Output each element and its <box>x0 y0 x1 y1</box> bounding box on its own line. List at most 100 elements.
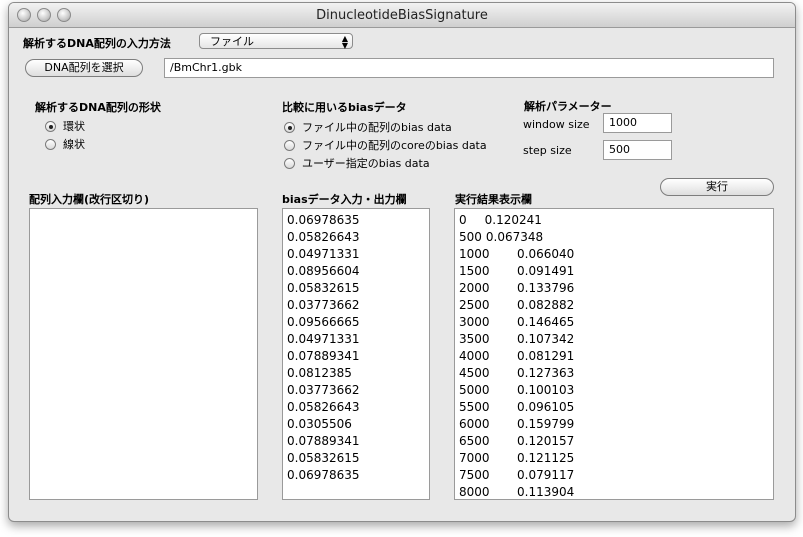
run-button[interactable]: 実行 <box>660 178 774 196</box>
result-row: 6500 0.120157 <box>455 433 773 450</box>
result-value: 0.081291 <box>517 349 575 363</box>
result-row: 1500 0.091491 <box>455 263 773 280</box>
result-position: 2500 <box>459 298 490 312</box>
result-value: 0.127363 <box>517 366 575 380</box>
result-position: 8000 <box>459 485 490 499</box>
result-value: 0.066040 <box>517 247 575 261</box>
shape-radio-circular[interactable]: 環状 <box>45 120 85 134</box>
select-dna-button[interactable]: DNA配列を選択 <box>25 59 143 77</box>
bias-value-line: 0.0812385 <box>287 366 352 380</box>
result-value: 0.067348 <box>485 230 544 244</box>
bias-value-line: 0.03773662 <box>287 383 360 397</box>
bias-option-label: ファイル中の配列のbias data <box>302 121 452 134</box>
results-label: 実行結果表示欄 <box>455 193 532 206</box>
result-value: 0.120157 <box>517 434 575 448</box>
bias-radio-file[interactable]: ファイル中の配列のbias data <box>284 121 452 135</box>
result-value: 0.100103 <box>517 383 575 397</box>
result-row: 3500 0.107342 <box>455 331 773 348</box>
result-value: 0.082882 <box>517 298 575 312</box>
bias-value-line: 0.06978635 <box>287 213 360 227</box>
radio-selected-icon <box>284 122 295 133</box>
result-position: 4500 <box>459 366 490 380</box>
app-window: DinucleotideBiasSignature 解析するDNA配列の入力方法… <box>8 2 796 522</box>
bias-option-label: ファイル中の配列のcoreのbias data <box>302 139 487 152</box>
window-size-field[interactable]: 1000 <box>603 113 672 133</box>
result-position: 5000 <box>459 383 490 397</box>
result-value: 0.146465 <box>517 315 575 329</box>
result-position: 1000 <box>459 247 490 261</box>
bias-source-label: 比較に用いるbiasデータ <box>282 101 407 114</box>
bias-io-label: biasデータ入力・出力欄 <box>282 193 407 206</box>
title-bar[interactable]: DinucleotideBiasSignature <box>9 3 795 28</box>
bias-value-line: 0.03773662 <box>287 298 360 312</box>
input-method-label: 解析するDNA配列の入力方法 <box>23 37 171 50</box>
shape-option-label: 環状 <box>63 120 85 133</box>
result-row: 5500 0.096105 <box>455 399 773 416</box>
bias-value-line: 0.08956604 <box>287 264 360 278</box>
bias-value-line: 0.05826643 <box>287 230 360 244</box>
bias-value-line: 0.04971331 <box>287 247 360 261</box>
result-position: 2000 <box>459 281 490 295</box>
bias-value-line: 0.05826643 <box>287 400 360 414</box>
result-row: 7000 0.121125 <box>455 450 773 467</box>
file-path-field[interactable]: /BmChr1.gbk <box>164 58 774 78</box>
result-value: 0.121125 <box>517 451 575 465</box>
result-value: 0.133796 <box>517 281 575 295</box>
input-method-value: ファイル <box>210 35 254 48</box>
result-value: 0.107342 <box>517 332 575 346</box>
results-textarea[interactable]: 0 0.120241 500 0.067348 1000 0.066040 1500 0.09… <box>454 208 774 500</box>
window-title: DinucleotideBiasSignature <box>316 8 488 23</box>
shape-label: 解析するDNA配列の形状 <box>35 101 161 114</box>
result-value: 0.120241 <box>484 213 542 227</box>
sequence-input-textarea[interactable] <box>29 208 258 500</box>
result-value: 0.091491 <box>517 264 575 278</box>
radio-selected-icon <box>45 121 56 132</box>
params-label: 解析パラメーター <box>524 100 612 113</box>
result-row: 0 0.120241 <box>455 212 773 229</box>
bias-option-label: ユーザー指定のbias data <box>302 157 430 170</box>
bias-value-line: 0.04971331 <box>287 332 360 346</box>
result-position: 5500 <box>459 400 490 414</box>
bias-radio-user[interactable]: ユーザー指定のbias data <box>284 157 430 171</box>
step-size-label: step size <box>523 144 572 157</box>
bias-value-line: 0.05832615 <box>287 451 360 465</box>
result-row: 4500 0.127363 <box>455 365 773 382</box>
result-position: 4000 <box>459 349 490 363</box>
result-position: 6000 <box>459 417 490 431</box>
result-position: 500 <box>459 230 482 244</box>
result-row: 2000 0.133796 <box>455 280 773 297</box>
window-size-label: window size <box>523 118 590 131</box>
bias-value-line: 0.07889341 <box>287 434 360 448</box>
result-row: 5000 0.100103 <box>455 382 773 399</box>
radio-unselected-icon <box>45 139 56 150</box>
result-row: 7500 0.079117 <box>455 467 773 484</box>
result-row: 2500 0.082882 <box>455 297 773 314</box>
result-position: 0 <box>459 213 467 227</box>
radio-unselected-icon <box>284 158 295 169</box>
shape-radio-linear[interactable]: 線状 <box>45 138 85 152</box>
result-position: 1500 <box>459 264 490 278</box>
bias-value-line: 0.07889341 <box>287 349 360 363</box>
result-value: 0.159799 <box>517 417 575 431</box>
bias-value-line: 0.06978635 <box>287 468 360 482</box>
bias-value-line: 0.05832615 <box>287 281 360 295</box>
result-row: 1000 0.066040 <box>455 246 773 263</box>
result-position: 7000 <box>459 451 490 465</box>
result-row: 3000 0.146465 <box>455 314 773 331</box>
step-size-field[interactable]: 500 <box>603 140 672 160</box>
result-value: 0.079117 <box>517 468 575 482</box>
result-row: 6000 0.159799 <box>455 416 773 433</box>
result-row: 4000 0.081291 <box>455 348 773 365</box>
bias-io-textarea[interactable]: 0.06978635 0.05826643 0.04971331 0.08956604… <box>282 208 430 500</box>
bias-value-line: 0.0305506 <box>287 417 352 431</box>
result-position: 3000 <box>459 315 490 329</box>
shape-option-label: 線状 <box>63 138 85 151</box>
result-position: 6500 <box>459 434 490 448</box>
result-value: 0.113904 <box>517 485 575 499</box>
result-value: 0.096105 <box>517 400 575 414</box>
result-position: 7500 <box>459 468 490 482</box>
bias-radio-file-core[interactable]: ファイル中の配列のcoreのbias data <box>284 139 487 153</box>
input-method-select[interactable]: ファイル ▲ ▼ <box>199 33 353 50</box>
result-row: 8000 0.113904 <box>455 484 773 499</box>
radio-unselected-icon <box>284 140 295 151</box>
